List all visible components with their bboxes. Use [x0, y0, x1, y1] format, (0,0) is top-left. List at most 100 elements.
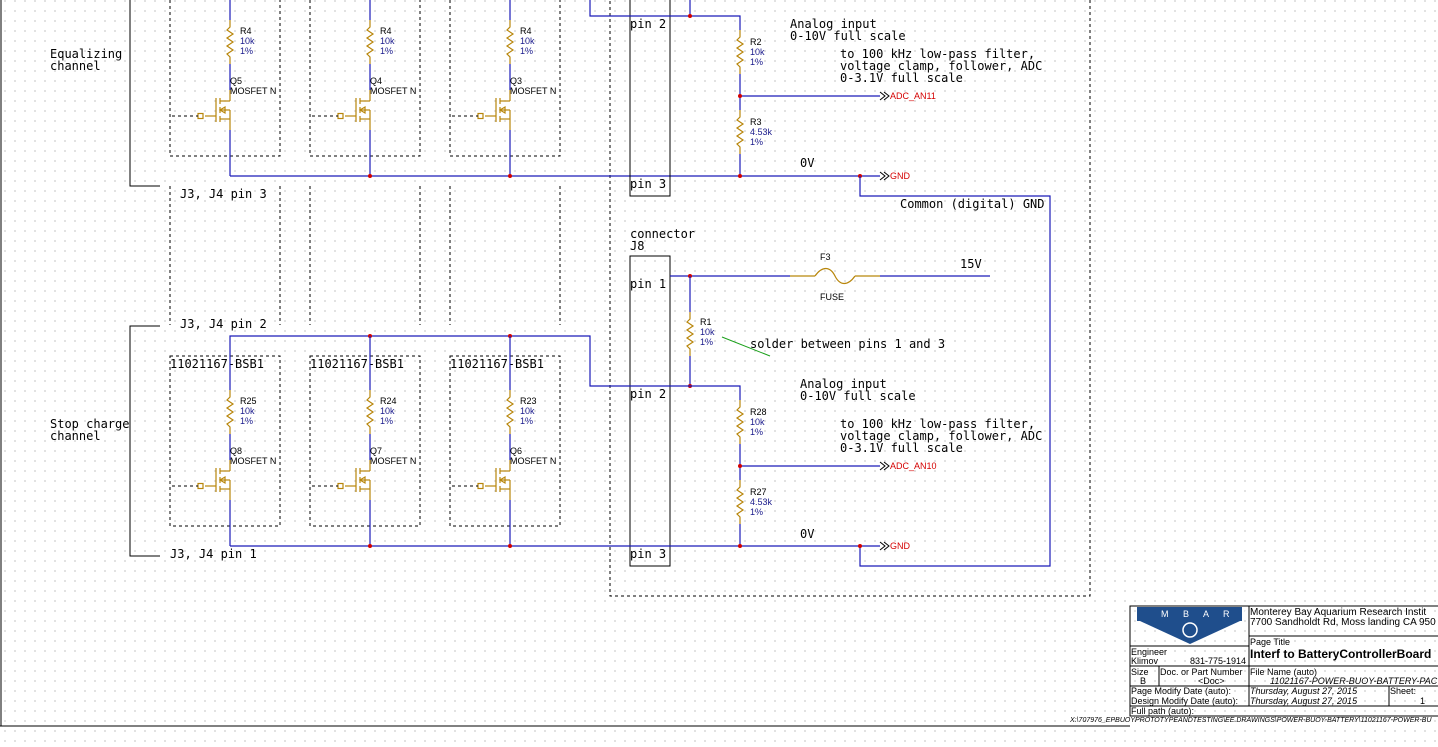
upper-gnd-port: GND	[890, 171, 911, 181]
j8-body	[629, 255, 671, 567]
org-line2: 7700 Sandholdt Rd, Moss landing CA 950	[1250, 617, 1436, 628]
lower-r2-value: 10k	[380, 406, 395, 416]
upper-r2-ref: R4	[380, 26, 392, 36]
lower-gnd-port-arrow	[879, 541, 890, 551]
upper-analog-note3: 0-3.1V full scale	[840, 71, 963, 85]
sheet-value: 1	[1420, 696, 1425, 706]
mosfet-q5	[197, 90, 231, 130]
lower-zero-v: 0V	[800, 527, 814, 541]
upper-adc-port: ADC_AN11	[890, 91, 936, 101]
lower-adc-port-arrow	[879, 461, 890, 471]
doc-value: <Doc>	[1198, 676, 1225, 686]
upper-gnd-port-arrow	[879, 171, 890, 181]
j8-pin3: pin 3	[630, 547, 666, 561]
upper-q1-ref: Q5	[230, 76, 242, 86]
lower-analog-note3: 0-3.1V full scale	[840, 441, 963, 455]
engineer-phone: 831-775-1914	[1190, 656, 1246, 666]
upper-r2-tol: 1%	[380, 46, 393, 56]
upper-r1-tol: 1%	[240, 46, 253, 56]
j8-pin2: pin 2	[630, 387, 666, 401]
r27-ref: R27	[750, 487, 767, 497]
analog-interface-block	[609, 0, 1091, 597]
filename-value: 11021167-POWER-BUOY-BATTERY-PAC	[1270, 676, 1438, 686]
r1-ref: R1	[700, 317, 712, 327]
upper-q3-ref: Q3	[510, 76, 522, 86]
upper-q2-ref: Q4	[370, 76, 382, 86]
upper-block-3	[449, 0, 561, 157]
j8-ref: J8	[630, 239, 644, 253]
fuse-and-r1-wiring	[670, 267, 990, 388]
equalizing-label-2: channel	[50, 59, 101, 73]
size-value: B	[1140, 676, 1146, 686]
r2-value: 10k	[750, 47, 765, 57]
r1-tol: 1%	[700, 337, 713, 347]
r1-note: solder between pins 1 and 3	[750, 337, 945, 351]
page-title-label: Page Title	[1250, 637, 1290, 647]
lower-r1-tol: 1%	[240, 416, 253, 426]
design-modify-value: Thursday, August 27, 2015	[1250, 696, 1358, 706]
lower-block-2	[309, 355, 421, 527]
lower-adc-port: ADC_AN10	[890, 461, 937, 471]
common-gnd-label: Common (digital) GND	[900, 197, 1045, 211]
resistor-r4-c	[505, 20, 515, 64]
upper-q1-type: MOSFET N	[230, 86, 276, 96]
lower-block-label-3: 11021167-BSB1	[450, 357, 544, 371]
stop-charge-bracket	[129, 325, 160, 557]
lower-analog-line2: 0-10V full scale	[800, 389, 916, 403]
r28-ref: R28	[750, 407, 767, 417]
r2-ref: R2	[750, 37, 762, 47]
upper-q3-type: MOSFET N	[510, 86, 556, 96]
upper-r1-ref: R4	[240, 26, 252, 36]
upper-q2-type: MOSFET N	[370, 86, 416, 96]
stop-charge-bottom-pin-label: J3, J4 pin 1	[170, 547, 257, 561]
mosfet-q7	[337, 460, 371, 500]
upper-r1-value: 10k	[240, 36, 255, 46]
lower-q1-type: MOSFET N	[230, 456, 276, 466]
schematic-canvas: Equalizing channel J3, J4 pin 3 Stop cha…	[0, 0, 1438, 727]
equalizing-bracket	[129, 0, 160, 187]
upper-connector-pin2: pin 2	[630, 17, 666, 31]
fullpath-value: X:\707976_EPBUOYPROTOTYPEANDTESTING\EE.D…	[1069, 717, 1432, 724]
fuse-label: FUSE	[820, 292, 844, 302]
upper-analog-line2: 0-10V full scale	[790, 29, 906, 43]
r28-value: 10k	[750, 417, 765, 427]
page-title: Interf to BatteryControllerBoard	[1250, 647, 1431, 661]
supply-15v: 15V	[960, 257, 982, 271]
upper-r2-value: 10k	[380, 36, 395, 46]
r27-value: 4.53k	[750, 497, 773, 507]
lower-q3-ref: Q6	[510, 446, 522, 456]
logo-text: M B A R I	[1161, 609, 1253, 619]
mosfet-q4	[337, 90, 371, 130]
fullpath-label: Full path (auto):	[1131, 706, 1194, 716]
lower-block-1	[169, 355, 281, 527]
lower-q2-ref: Q7	[370, 446, 382, 456]
mosfet-q3	[477, 90, 511, 130]
r3-value: 4.53k	[750, 127, 773, 137]
mosfet-q8	[197, 460, 231, 500]
stop-charge-top-pin-label: J3, J4 pin 2	[180, 317, 267, 331]
lower-r3-value: 10k	[520, 406, 535, 416]
lower-gnd-port: GND	[890, 541, 911, 551]
lower-r1-value: 10k	[240, 406, 255, 416]
r1-value: 10k	[700, 327, 715, 337]
r3-tol: 1%	[750, 137, 763, 147]
upper-r3-tol: 1%	[520, 46, 533, 56]
lower-q3-type: MOSFET N	[510, 456, 556, 466]
resistor-r4-a	[225, 20, 235, 64]
design-modify-label: Design Modify Date (auto):	[1131, 696, 1238, 706]
mosfet-q6	[477, 460, 511, 500]
lower-r1-ref: R25	[240, 396, 257, 406]
r27-tol: 1%	[750, 507, 763, 517]
lower-r3-ref: R23	[520, 396, 537, 406]
upper-block-2	[309, 0, 421, 157]
stop-charge-label-2: channel	[50, 429, 101, 443]
resistor-r4-b	[365, 20, 375, 64]
lower-q1-ref: Q8	[230, 446, 242, 456]
lower-block-3	[449, 355, 561, 527]
r28-tol: 1%	[750, 427, 763, 437]
lower-q2-type: MOSFET N	[370, 456, 416, 466]
upper-connector-pin3: pin 3	[630, 177, 666, 191]
lower-r2-tol: 1%	[380, 416, 393, 426]
upper-zero-v: 0V	[800, 156, 814, 170]
lower-r2-ref: R24	[380, 396, 397, 406]
